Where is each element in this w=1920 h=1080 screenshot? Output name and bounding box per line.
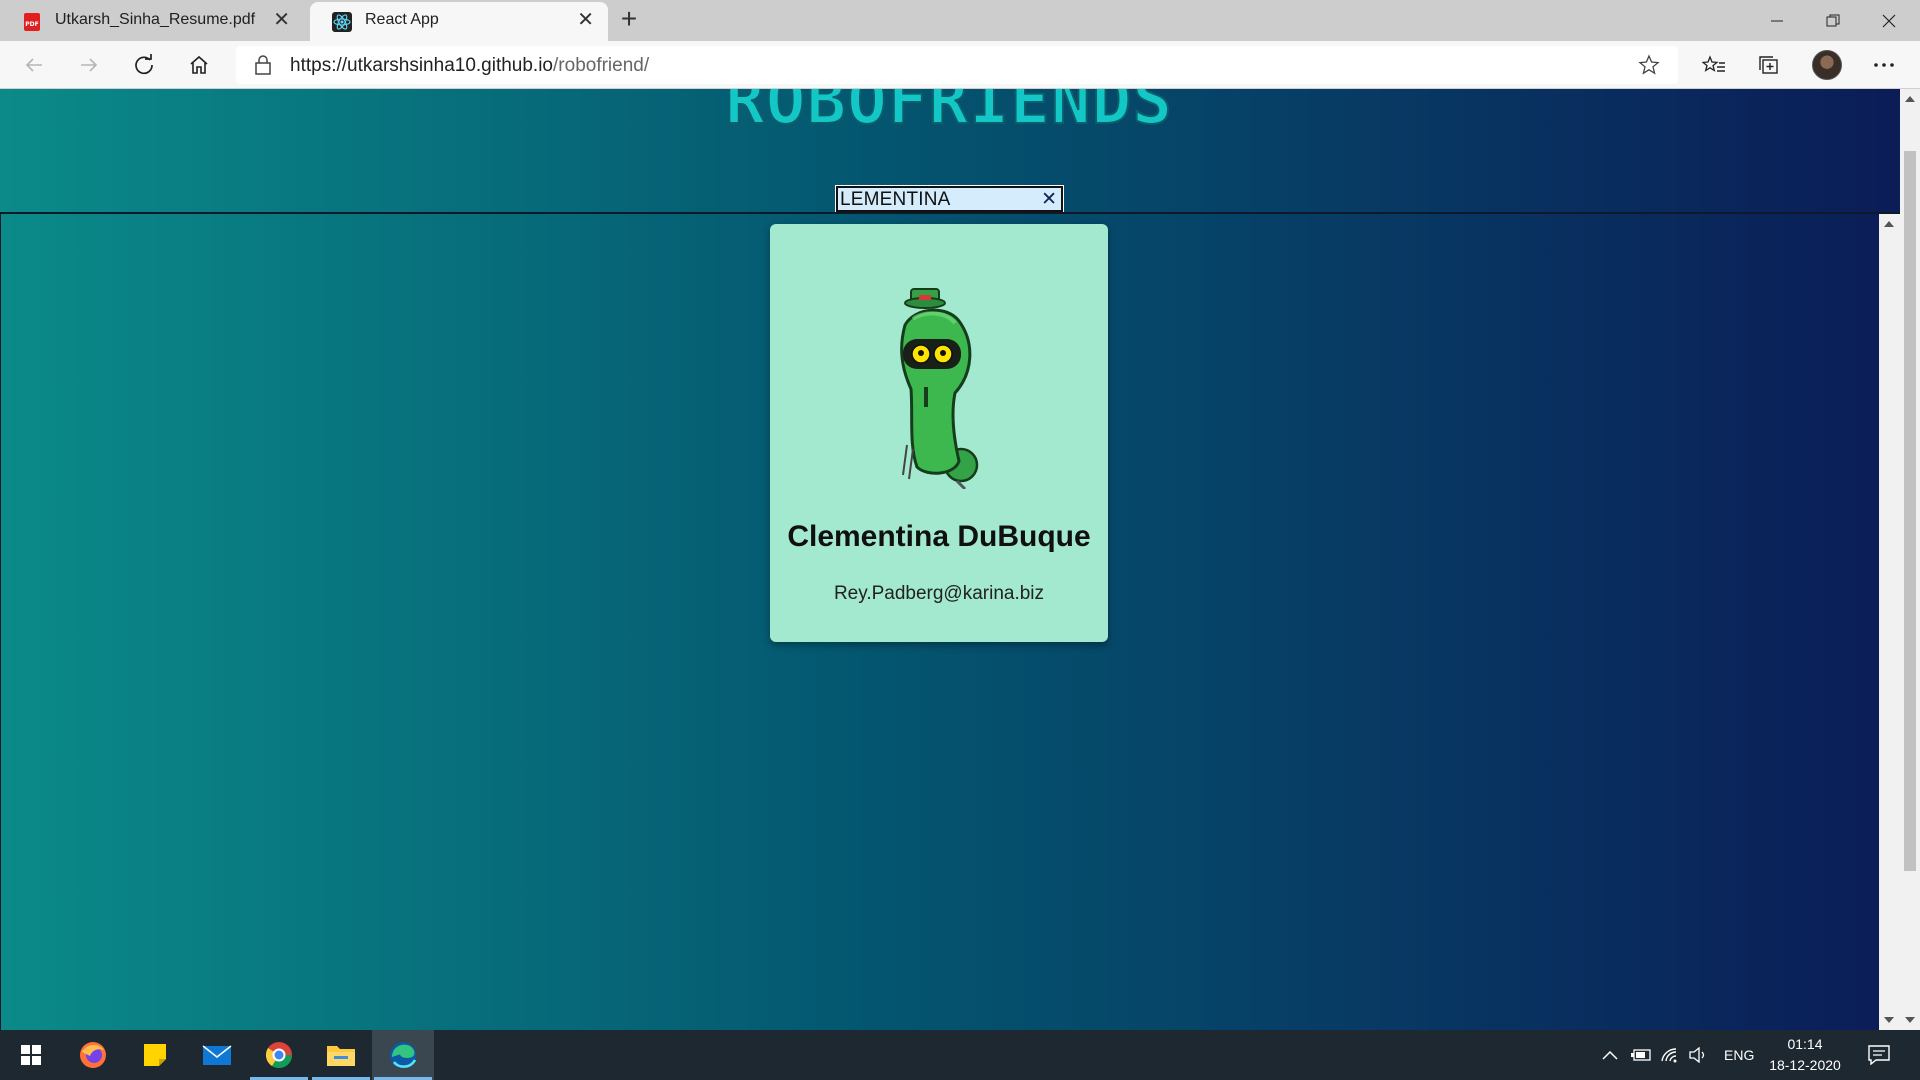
battery-icon [1631, 1049, 1651, 1061]
green-robot-icon [900, 288, 979, 489]
edge-icon [390, 1042, 417, 1068]
minimize-icon [1771, 20, 1783, 21]
page-viewport: ROBOFRIENDS LEMENTINA ✕ Clementina DuBuq… [0, 89, 1900, 1030]
browser-toolbar: https://utkarshsinha10.github.io/robofri… [0, 41, 1920, 89]
input-language[interactable]: ENG [1724, 1030, 1754, 1080]
restore-button[interactable] [1805, 0, 1861, 41]
network-status[interactable] [1660, 1030, 1680, 1080]
back-button[interactable] [16, 49, 52, 81]
windows-taskbar: ENG 01:14 18-12-2020 [0, 1030, 1920, 1080]
taskbar-firefox[interactable] [62, 1030, 124, 1080]
collections-button[interactable] [1751, 49, 1787, 81]
start-button[interactable] [0, 1030, 62, 1080]
arrow-left-icon [25, 58, 42, 72]
url-domain: https://utkarshsinha10.github.io [290, 55, 554, 76]
settings-menu-button[interactable] [1866, 49, 1902, 81]
file-explorer-icon [327, 1046, 355, 1066]
scroll-up-arrow-icon[interactable] [1884, 221, 1894, 227]
url-path: /robofriend/ [553, 55, 650, 76]
battery-status[interactable] [1630, 1030, 1652, 1080]
favorites-button[interactable] [1696, 49, 1732, 81]
windows-start-icon [21, 1045, 41, 1065]
tab-title: Utkarsh_Sinha_Resume.pdf [55, 11, 256, 28]
clock-date: 18-12-2020 [1769, 1057, 1841, 1073]
favorites-list-icon [1702, 55, 1725, 72]
new-tab-button[interactable]: + [614, 5, 644, 35]
volume-control[interactable] [1688, 1030, 1708, 1080]
taskbar-chrome[interactable] [248, 1030, 310, 1080]
sticky-notes-icon [144, 1044, 166, 1066]
firefox-icon [80, 1042, 106, 1068]
favorite-star-icon[interactable] [1638, 54, 1660, 76]
logo-text: ROBOFRIENDS [725, 89, 1173, 139]
close-tab-icon[interactable]: ✕ [577, 10, 594, 30]
clear-search-icon[interactable]: ✕ [1041, 190, 1057, 209]
close-window-button[interactable] [1861, 0, 1917, 41]
forward-button[interactable] [71, 49, 107, 81]
url-text[interactable]: https://utkarshsinha10.github.io/robofri… [290, 55, 649, 77]
lock-icon[interactable] [254, 55, 272, 75]
clock-time: 01:14 [1787, 1036, 1823, 1052]
taskbar-edge[interactable] [372, 1030, 434, 1080]
scroll-down-arrow-icon[interactable] [1905, 1017, 1915, 1023]
speaker-icon [1689, 1047, 1705, 1063]
tab-strip: PDF Utkarsh_Sinha_Resume.pdf ✕ React App… [0, 0, 1920, 41]
minimize-button[interactable] [1749, 0, 1805, 41]
home-icon [190, 55, 208, 74]
card-list-scrollbar[interactable] [1879, 214, 1900, 1030]
refresh-button[interactable] [126, 49, 162, 81]
mail-icon [202, 1045, 232, 1065]
tab-react-app[interactable]: React App ✕ [310, 2, 608, 41]
tab-title: React App [365, 11, 439, 28]
notification-icon [1868, 1045, 1890, 1065]
search-input-value: LEMENTINA [840, 189, 951, 210]
more-dots-icon [1874, 63, 1894, 67]
wifi-icon [1661, 1048, 1677, 1063]
chevron-up-icon [1602, 1050, 1618, 1060]
robot-email: Rey.Padberg@karina.biz [833, 583, 1045, 604]
close-icon [1882, 14, 1896, 27]
pdf-icon: PDF [24, 13, 40, 31]
search-input[interactable]: LEMENTINA ✕ [836, 186, 1063, 212]
profile-button[interactable] [1809, 49, 1845, 81]
avatar [1812, 50, 1842, 80]
system-clock[interactable]: 01:14 18-12-2020 [1760, 1034, 1850, 1076]
refresh-icon [135, 54, 153, 75]
svg-text:PDF: PDF [25, 21, 38, 28]
arrow-right-icon [81, 58, 98, 72]
taskbar-sticky-notes[interactable] [124, 1030, 186, 1080]
react-icon [332, 12, 352, 32]
robot-card[interactable]: Clementina DuBuque Rey.Padberg@karina.bi… [770, 224, 1108, 642]
address-bar[interactable]: https://utkarshsinha10.github.io/robofri… [236, 46, 1678, 84]
taskbar-mail[interactable] [186, 1030, 248, 1080]
show-hidden-icons-button[interactable] [1602, 1030, 1618, 1080]
tab-resume-pdf[interactable]: PDF Utkarsh_Sinha_Resume.pdf ✕ [0, 2, 304, 41]
restore-icon [1826, 14, 1840, 26]
collections-icon [1759, 56, 1778, 74]
scroll-down-arrow-icon[interactable] [1884, 1017, 1894, 1023]
action-center-button[interactable] [1868, 1030, 1890, 1080]
taskbar-file-explorer[interactable] [310, 1030, 372, 1080]
home-button[interactable] [181, 49, 217, 81]
page-scrollbar[interactable] [1900, 89, 1920, 1030]
chrome-icon [265, 1042, 293, 1069]
scrollbar-thumb[interactable] [1904, 151, 1916, 871]
scroll-up-arrow-icon[interactable] [1905, 96, 1915, 102]
close-tab-icon[interactable]: ✕ [273, 10, 290, 30]
robot-name: Clementina DuBuque [787, 520, 1091, 553]
page-title-logo: ROBOFRIENDS [724, 89, 1173, 140]
